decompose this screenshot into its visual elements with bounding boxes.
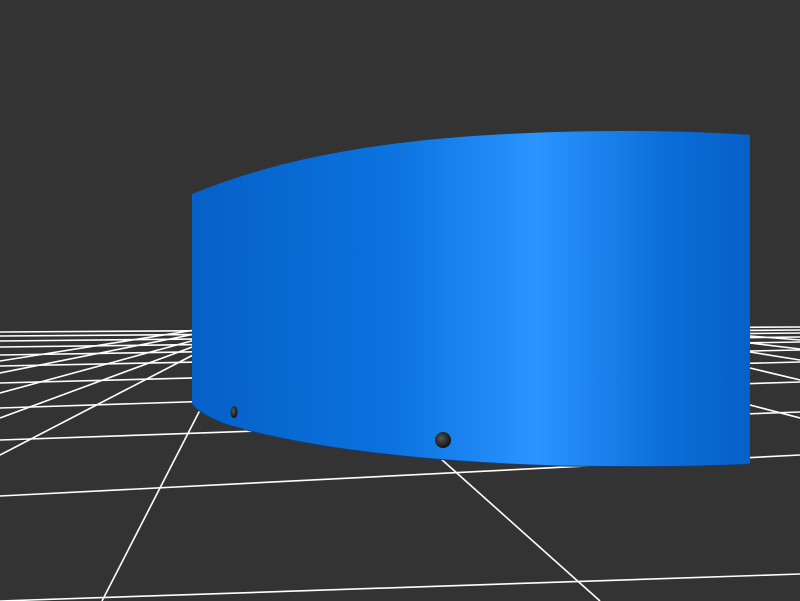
grid-line: [749, 367, 800, 381]
grid-line: [101, 409, 201, 601]
hole-left: [230, 406, 238, 418]
grid-line: [439, 457, 601, 601]
grid-line: [0, 353, 196, 456]
grid-line: [0, 573, 800, 601]
panel-surface: [192, 131, 750, 467]
3d-viewport[interactable]: [0, 0, 800, 601]
hole-center: [435, 432, 451, 448]
scene-canvas[interactable]: [0, 0, 800, 601]
curved-panel[interactable]: [191, 131, 751, 468]
grid-line: [749, 351, 800, 361]
grid-line: [749, 342, 800, 350]
